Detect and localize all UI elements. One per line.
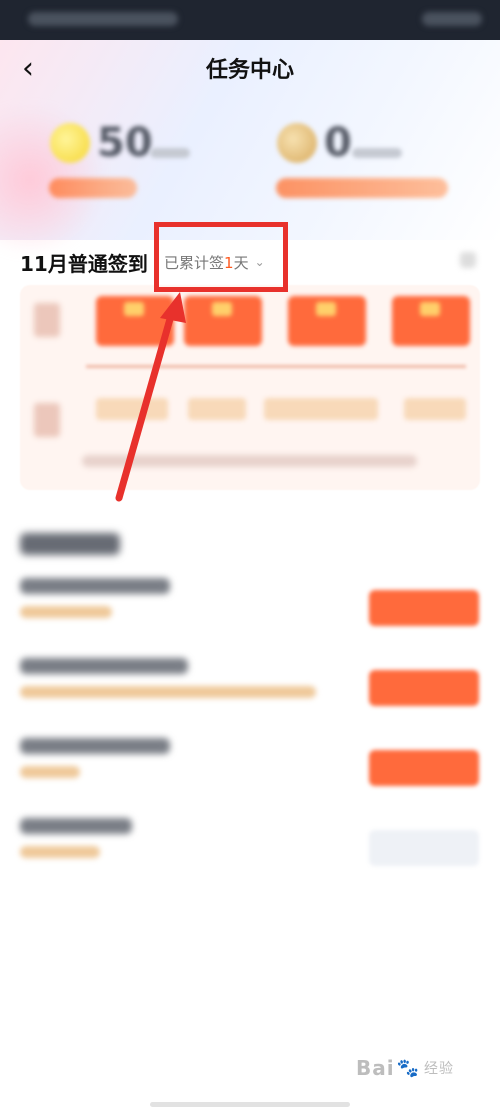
day-tag-blurred — [188, 398, 246, 420]
task-name-blurred — [20, 578, 170, 594]
stat-pill-blurred — [49, 178, 137, 198]
reward-day-1[interactable] — [96, 296, 174, 346]
footnote-blurred — [82, 455, 417, 467]
reward-day-3[interactable] — [288, 296, 366, 346]
medal-icon — [277, 123, 317, 163]
task-action-button[interactable] — [369, 670, 479, 706]
task-row — [0, 738, 500, 798]
row-label-blurred — [34, 403, 60, 437]
task-name-blurred — [20, 738, 170, 754]
row-label-blurred — [34, 303, 60, 337]
task-name-blurred — [20, 658, 188, 674]
signin-title: 11月普通签到 — [20, 252, 148, 276]
task-reward-blurred — [20, 686, 316, 698]
status-bar — [0, 0, 500, 40]
home-indicator[interactable] — [150, 1102, 350, 1107]
reward-day-2[interactable] — [184, 296, 262, 346]
nav-bar: ‹ 任务中心 — [0, 40, 500, 96]
status-right-blurred — [422, 12, 482, 26]
task-reward-blurred — [20, 766, 80, 778]
baidu-jingyan-watermark: Bai 🐾 经验 — [356, 1056, 454, 1080]
stat-value: 0 — [324, 120, 352, 166]
daily-tasks-title-blurred — [20, 533, 120, 555]
day-tag-blurred — [404, 398, 466, 420]
task-action-button[interactable] — [369, 750, 479, 786]
stat-unit-blurred — [352, 148, 402, 158]
day-tag-blurred — [264, 398, 378, 420]
task-row — [0, 818, 500, 878]
task-reward-blurred — [20, 846, 100, 858]
reward-day-4[interactable] — [392, 296, 470, 346]
signin-calendar-card — [20, 285, 480, 490]
coin-icon — [50, 123, 90, 163]
watermark-brand-cn: 经验 — [424, 1061, 455, 1077]
task-action-button[interactable] — [369, 590, 479, 626]
page-title: 任务中心 — [205, 58, 294, 83]
paw-icon: 🐾 — [396, 1057, 421, 1079]
progress-line-blurred — [86, 365, 466, 368]
stat-pill-blurred — [276, 178, 448, 198]
task-row — [0, 578, 500, 638]
help-icon[interactable] — [460, 252, 476, 268]
task-action-button-disabled[interactable] — [369, 830, 479, 866]
watermark-brand: Bai — [356, 1056, 395, 1080]
annotation-highlight-box — [154, 222, 288, 292]
day-tag-blurred — [96, 398, 168, 420]
status-left-blurred — [28, 12, 178, 26]
task-reward-blurred — [20, 606, 112, 618]
task-row — [0, 658, 500, 718]
stat-unit-blurred — [150, 148, 190, 158]
task-name-blurred — [20, 818, 132, 834]
stat-value: 50 — [97, 120, 153, 166]
